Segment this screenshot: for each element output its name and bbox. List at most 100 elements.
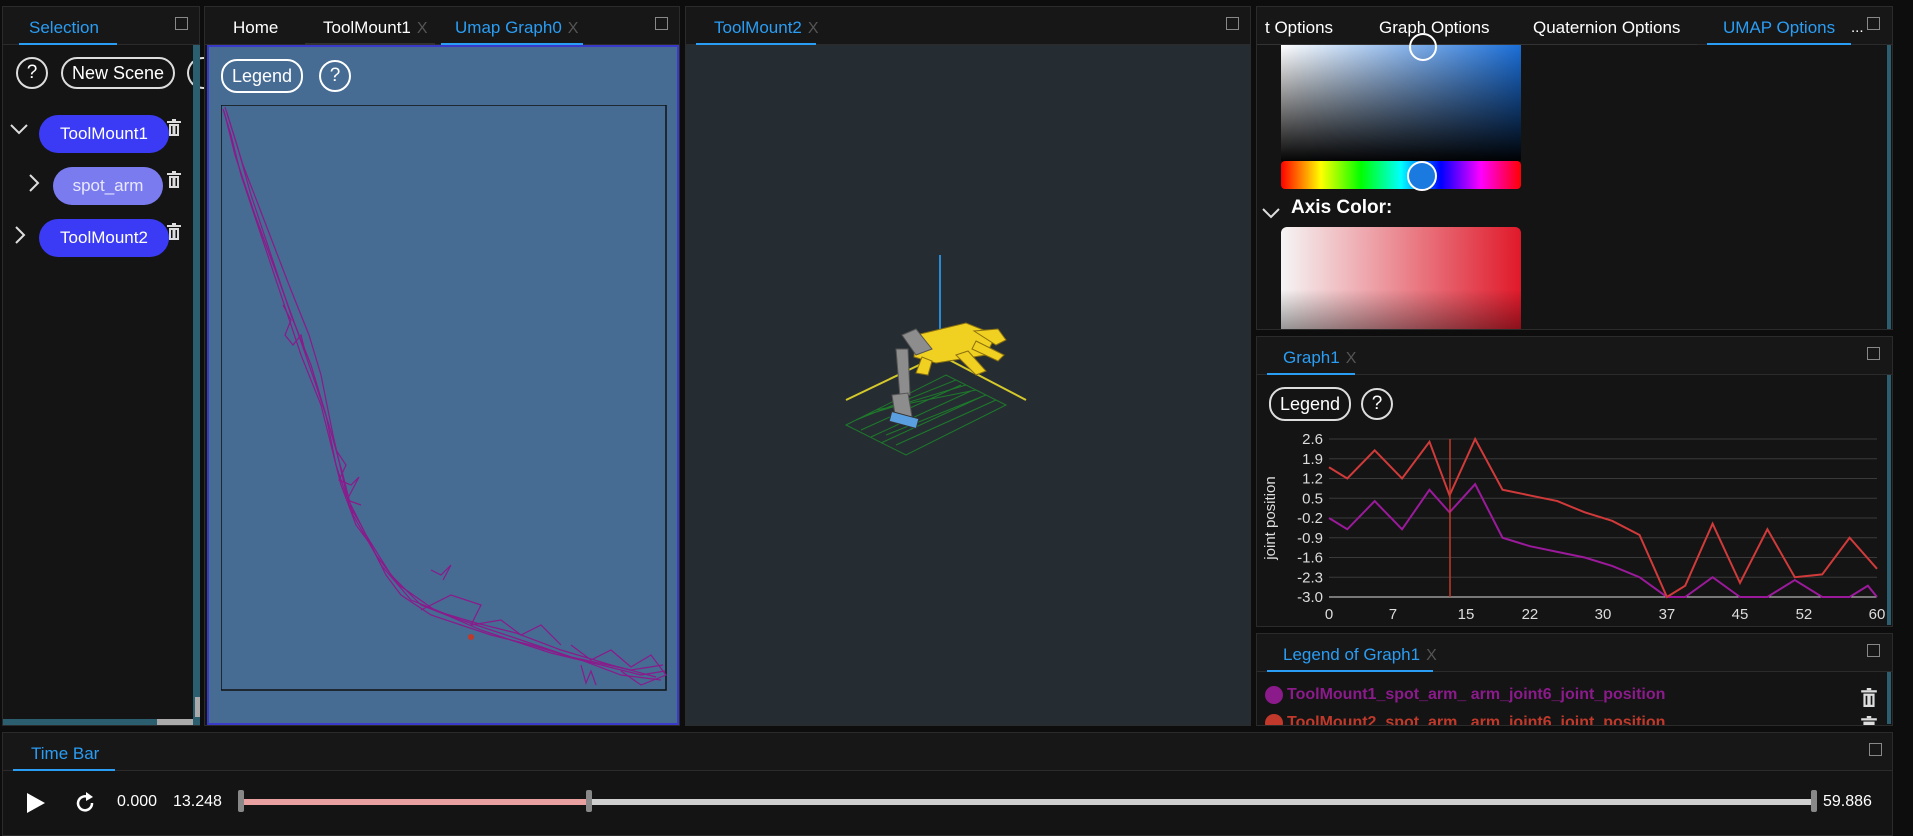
timeline-slider[interactable] (238, 790, 1817, 812)
maximize-icon[interactable] (1867, 347, 1880, 360)
tab-options[interactable]: t Options (1265, 13, 1333, 43)
color-picker-point[interactable] (1281, 33, 1521, 163)
options-tabbar: t Options Graph Options Quaternion Optio… (1257, 7, 1892, 45)
tab-home[interactable]: Home (233, 13, 278, 43)
y-tick-label: -3.0 (1297, 589, 1323, 606)
selection-panel: Selection ? New Scene ToolMount1 spot_ar… (2, 6, 207, 726)
timeline-current-handle[interactable] (586, 790, 593, 812)
chevron-right-icon[interactable] (13, 225, 27, 251)
vertical-scrollbar[interactable] (1887, 672, 1891, 724)
x-tick-label: 45 (1732, 606, 1749, 623)
selection-tabbar: Selection (3, 7, 199, 45)
legend-entry[interactable]: ToolMount2_spot_arm_ arm_joint6_joint_po… (1265, 714, 1665, 725)
delete-icon[interactable] (167, 119, 181, 136)
replay-icon[interactable] (73, 791, 97, 815)
y-tick-label: 1.9 (1302, 451, 1323, 468)
chevron-down-icon[interactable] (9, 119, 29, 142)
chevron-down-icon[interactable] (1261, 203, 1281, 226)
maximize-icon[interactable] (175, 17, 188, 30)
umap-plot-area[interactable]: Legend ? (207, 45, 679, 725)
y-tick-label: 2.6 (1302, 431, 1323, 448)
new-scene-button[interactable]: New Scene (61, 57, 175, 89)
color-picker-axis[interactable] (1281, 227, 1521, 329)
start-time: 0.000 (117, 793, 158, 810)
maximize-icon[interactable] (1867, 17, 1880, 30)
tree-node-toolmount1[interactable]: ToolMount1 (39, 115, 169, 153)
tab-toolmount2[interactable]: ToolMount2 X (714, 13, 819, 43)
time-bar-tabbar: Time Bar (3, 733, 1892, 771)
maximize-icon[interactable] (655, 17, 668, 30)
maximize-icon[interactable] (1869, 743, 1882, 756)
timeline-start-handle[interactable] (238, 790, 244, 812)
x-tick-label: 37 (1659, 606, 1676, 623)
y-tick-label: -0.2 (1297, 510, 1323, 527)
x-tick-label: 0 (1325, 606, 1333, 623)
timeline-end-handle[interactable] (1811, 790, 1817, 812)
tree-node-spot-arm[interactable]: spot_arm (53, 167, 163, 205)
axis-color-label: Axis Color: (1291, 197, 1393, 218)
joint-position-chart[interactable]: 2.6 1.9 1.2 0.5 -0.2 -0.9 -1.6 -2.3 -3.00 7 15 22 30… (1257, 429, 1887, 625)
current-time: 13.248 (173, 793, 222, 810)
umap-trace (221, 105, 667, 691)
graph-tabbar: Graph1 X (1257, 337, 1892, 375)
center-tabbar: Home ToolMount1 X Umap Graph0 X (205, 7, 679, 45)
play-icon[interactable] (25, 791, 47, 815)
options-panel: t Options Graph Options Quaternion Optio… (1256, 6, 1893, 330)
3d-viewport[interactable] (686, 45, 1250, 725)
y-tick-label: -0.9 (1297, 530, 1323, 547)
time-bar-panel: Time Bar 0.000 13.248 59.886 (2, 732, 1893, 836)
graph-panel: Graph1 X Legend ? 2.6 1.9 1.2 0.5 -0.2 -0.9 -1.… (1256, 336, 1893, 627)
maximize-icon[interactable] (1867, 644, 1880, 657)
tree-node-toolmount2[interactable]: ToolMount2 (39, 219, 169, 257)
vertical-scrollbar[interactable] (193, 45, 200, 725)
x-tick-label: 22 (1522, 606, 1539, 623)
close-icon[interactable]: X (568, 20, 579, 37)
delete-icon[interactable] (167, 171, 181, 188)
close-icon[interactable]: X (1346, 350, 1357, 367)
viewport-panel: ToolMount2 X (685, 6, 1251, 726)
delete-icon[interactable] (167, 223, 181, 240)
legend-button[interactable]: Legend (221, 59, 303, 93)
legend-entry[interactable]: ToolMount1_spot_arm_ arm_joint6_joint_po… (1265, 686, 1665, 708)
tab-time-bar[interactable]: Time Bar (31, 739, 99, 769)
x-tick-label: 52 (1796, 606, 1813, 623)
help-button[interactable]: ? (16, 57, 48, 89)
chevron-right-icon[interactable] (27, 173, 41, 199)
tab-quaternion-options[interactable]: Quaternion Options (1533, 13, 1680, 43)
x-tick-label: 15 (1458, 606, 1475, 623)
robot-scene (844, 255, 1027, 456)
delete-icon[interactable] (1861, 716, 1877, 726)
y-tick-label: 0.5 (1302, 490, 1323, 507)
tab-graph1[interactable]: Graph1 X (1283, 343, 1356, 373)
y-axis-label: joint position (1262, 476, 1279, 560)
close-icon[interactable]: X (808, 20, 819, 37)
legend-button[interactable]: Legend (1269, 387, 1351, 421)
hue-slider[interactable] (1281, 161, 1521, 191)
help-button[interactable]: ? (1361, 388, 1393, 420)
legend-swatch (1265, 714, 1283, 725)
x-tick-label: 7 (1389, 606, 1397, 623)
tab-umap-graph0[interactable]: Umap Graph0 X (455, 13, 578, 43)
vertical-scrollbar[interactable] (1887, 375, 1891, 625)
legend-swatch (1265, 686, 1283, 704)
legend-panel: Legend of Graph1 X ToolMount1_spot_arm_ a… (1256, 633, 1893, 726)
vertical-scrollbar[interactable] (1887, 45, 1891, 329)
help-button[interactable]: ? (319, 60, 351, 92)
tab-toolmount1[interactable]: ToolMount1 X (323, 13, 428, 43)
series-line-1 (1328, 482, 1878, 598)
delete-icon[interactable] (1861, 688, 1877, 707)
tab-selection[interactable]: Selection (29, 13, 99, 43)
x-tick-label: 30 (1595, 606, 1612, 623)
tab-overflow[interactable]: ... (1851, 13, 1864, 43)
tab-legend-of-graph1[interactable]: Legend of Graph1 X (1283, 640, 1437, 670)
tab-umap-options[interactable]: UMAP Options (1723, 13, 1835, 43)
close-icon[interactable]: X (1426, 647, 1437, 664)
viewport-tabbar: ToolMount2 X (686, 7, 1250, 45)
umap-panel: Home ToolMount1 X Umap Graph0 X Legend ? (204, 6, 680, 726)
end-time: 59.886 (1823, 793, 1872, 810)
y-tick-label: -1.6 (1297, 550, 1323, 567)
maximize-icon[interactable] (1226, 17, 1239, 30)
legend-tabbar: Legend of Graph1 X (1257, 634, 1892, 672)
y-tick-label: -2.3 (1297, 569, 1323, 586)
close-icon[interactable]: X (417, 20, 428, 37)
